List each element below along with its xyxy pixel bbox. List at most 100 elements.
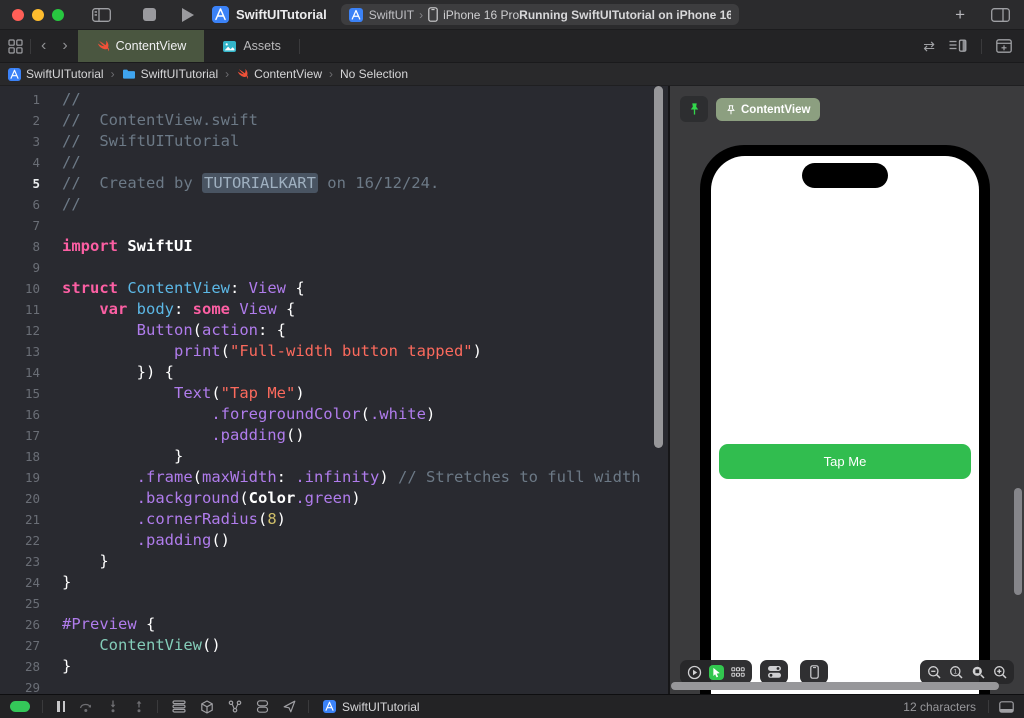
debug-area-toggle-button[interactable] [999,700,1014,713]
simulate-location-button[interactable] [283,700,296,713]
minimize-button[interactable] [32,8,44,21]
sidebar-left-icon [92,7,111,22]
code-text: .cornerRadius(8) [136,510,287,528]
code-line[interactable]: 24} [0,572,668,593]
preview-device-button[interactable] [805,663,823,681]
pin-preview-button[interactable] [680,96,708,122]
code-line[interactable]: 8 import SwiftUI [0,236,668,257]
variants-button[interactable] [729,663,747,681]
zoom-100-icon: 1 [949,665,964,680]
related-items-button[interactable] [0,30,30,62]
editor-options-button[interactable] [949,39,967,53]
add-editor-button[interactable] [996,39,1012,53]
breakpoint-pill-icon [10,701,30,712]
canvas-vertical-scrollbar[interactable] [1014,488,1022,595]
play-icon [182,7,194,22]
code-line[interactable]: 25 [0,593,668,614]
canvas-horizontal-scrollbar[interactable] [671,682,999,690]
code-line[interactable]: 1 // [0,89,668,110]
network-button[interactable] [228,700,242,713]
selectable-mode-button[interactable] [707,663,725,681]
code-editor[interactable]: 1 // 2 // ContentView.swift 3 // SwiftUITutor… [0,86,668,694]
debug-bar: SwiftUITutorial 12 characters [0,694,1024,718]
code-line[interactable]: 11 var body: some View { [0,299,668,320]
zoom-fit-button[interactable] [969,663,987,681]
code-line[interactable]: 26 #Preview { [0,614,668,635]
code-line[interactable]: 21 .cornerRadius(8) [0,509,668,530]
code-line[interactable]: 15 Text("Tap Me") [0,383,668,404]
step-into-button[interactable] [107,700,119,713]
code-line[interactable]: 5 // Created by TUTORIALKART on 16/12/24. [0,173,668,194]
step-out-button[interactable] [133,700,145,713]
swap-editors-button[interactable]: ⇄ [923,38,935,55]
editor-scrollbar[interactable] [654,86,663,448]
code-line[interactable]: 20 .background(Color.green) [0,488,668,509]
breakpoints-toggle-button[interactable] [10,701,30,712]
forward-button[interactable]: › [62,37,67,55]
step-over-button[interactable] [79,700,93,713]
code-line[interactable]: 10 struct ContentView: View { [0,278,668,299]
zoom-100-button[interactable]: 1 [947,663,965,681]
code-line[interactable]: 7 [0,215,668,236]
zoom-in-button[interactable] [991,663,1009,681]
close-button[interactable] [12,8,24,21]
scheme-and-status: SwiftUIT › iPhone 16 Pro Running SwiftUI… [340,4,739,25]
code-line[interactable]: 22 .padding() [0,530,668,551]
code-line[interactable]: 28} [0,656,668,677]
breadcrumb-label: SwiftUITutorial [26,67,104,81]
right-sidebar-toggle-button[interactable] [991,7,1010,22]
line-number: 27 [24,638,40,653]
memory-graph-button[interactable] [200,699,214,714]
device-settings-button[interactable] [765,663,783,681]
code-line[interactable]: 23 } [0,551,668,572]
left-sidebar-toggle-button[interactable] [92,7,111,22]
code-line[interactable]: 3 // SwiftUITutorial [0,131,668,152]
running-process[interactable]: SwiftUITutorial [323,700,420,714]
code-line[interactable]: 4 // [0,152,668,173]
back-button[interactable]: ‹ [41,37,46,55]
stop-button[interactable] [143,8,156,21]
code-text: // SwiftUITutorial [62,132,240,150]
view-hierarchy-button[interactable] [172,700,186,713]
tab-assets[interactable]: Assets [204,30,299,62]
tab-contentview[interactable]: ContentView [77,30,205,62]
run-destination[interactable]: iPhone 16 Pro [428,7,519,22]
tap-me-label: Tap Me [823,454,867,469]
line-number: 28 [24,659,40,674]
code-line[interactable]: 27 ContentView() [0,635,668,656]
code-line[interactable]: 2 // ContentView.swift [0,110,668,131]
code-line[interactable]: 6 // [0,194,668,215]
play-circle-icon [687,665,702,680]
code-line[interactable]: 18 } [0,446,668,467]
code-line[interactable]: 17 .padding() [0,425,668,446]
breadcrumb-item-group[interactable]: SwiftUITutorial [122,67,218,81]
preview-tab-contentview[interactable]: ContentView [716,98,821,121]
code-line[interactable]: 9 [0,257,668,278]
scheme-selector[interactable]: SwiftUIT › [348,7,428,22]
line-number: 29 [24,680,40,694]
instruments-button[interactable] [256,700,269,713]
code-line[interactable]: 12 Button(action: { [0,320,668,341]
add-button[interactable]: + [955,5,965,25]
line-number: 11 [24,302,40,317]
code-line[interactable]: 13 print("Full-width button tapped") [0,341,668,362]
code-text: #Preview { [62,615,156,633]
code-line[interactable]: 14 }) { [0,362,668,383]
live-preview-button[interactable] [685,663,703,681]
code-line[interactable]: 29 [0,677,668,694]
pause-button[interactable] [57,701,65,712]
code-line[interactable]: 19 .frame(maxWidth: .infinity) // Stretc… [0,467,668,488]
view-hierarchy-icon [172,700,186,713]
breadcrumb-item-selection[interactable]: No Selection [340,67,408,81]
breadcrumb-item-project[interactable]: SwiftUITutorial [8,67,104,81]
breadcrumb-item-file[interactable]: ContentView [236,67,322,81]
run-button[interactable] [182,7,194,22]
tap-me-button[interactable]: Tap Me [719,444,971,479]
zoom-out-button[interactable] [925,663,943,681]
iphone-preview-device: Tap Me [700,145,990,694]
code-text: } [62,447,184,465]
zoom-button[interactable] [52,8,64,21]
code-line[interactable]: 16 .foregroundColor(.white) [0,404,668,425]
zoom-out-icon [927,665,942,680]
